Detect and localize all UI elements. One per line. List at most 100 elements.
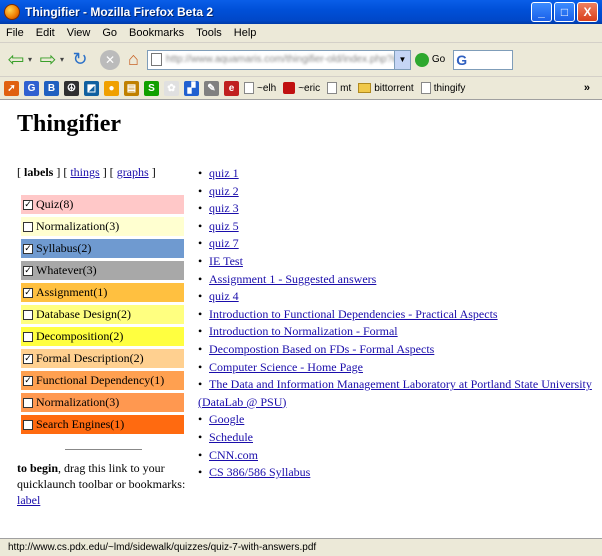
home-icon[interactable]: ⌂: [128, 49, 139, 70]
thing-link[interactable]: quiz 5: [209, 219, 239, 233]
bookmark-item[interactable]: mt: [327, 82, 351, 94]
label-text: Syllabus(2): [36, 241, 92, 255]
checkbox-checked-icon[interactable]: ✓: [23, 353, 33, 364]
checkbox-checked-icon[interactable]: ✓: [23, 375, 33, 386]
checkbox-unchecked-icon[interactable]: [23, 397, 33, 408]
forward-arrow-icon[interactable]: ⇨: [34, 46, 62, 74]
firefox-logo-icon: [4, 4, 20, 20]
label-item[interactable]: ✓ Assignment(1): [21, 283, 184, 302]
delicious-icon[interactable]: ▞: [184, 80, 199, 96]
thing-link[interactable]: IE Test: [209, 254, 243, 268]
reload-icon[interactable]: ↻: [66, 46, 94, 74]
thing-link[interactable]: Assignment 1 - Suggested answers: [209, 272, 376, 286]
bullet-icon: •: [198, 429, 203, 444]
label-item[interactable]: ✓ Syllabus(2): [21, 239, 184, 258]
checkbox-checked-icon[interactable]: ✓: [23, 199, 33, 210]
list-item: • The Data and Information Management Lab…: [198, 376, 598, 411]
search-input[interactable]: G: [453, 49, 514, 70]
menu-bookmarks[interactable]: Bookmarks: [123, 27, 190, 39]
bullet-icon: •: [198, 341, 203, 356]
thing-link[interactable]: Google: [209, 412, 244, 426]
checkbox-unchecked-icon[interactable]: [23, 331, 33, 342]
thing-link[interactable]: quiz 2: [209, 184, 239, 198]
tab-graphs[interactable]: graphs: [117, 165, 149, 179]
menu-file[interactable]: File: [0, 27, 30, 39]
bookmark-item[interactable]: ~elh: [244, 82, 276, 94]
minimize-button[interactable]: _: [531, 2, 552, 22]
menu-edit[interactable]: Edit: [30, 27, 61, 39]
thing-link[interactable]: CS 386/586 Syllabus: [209, 465, 310, 479]
flower-icon[interactable]: ✿: [164, 80, 179, 96]
checkbox-checked-icon[interactable]: ✓: [23, 265, 33, 276]
bookmarklet-instructions: to begin, drag this link to your quickla…: [17, 460, 192, 508]
label-item[interactable]: Normalization(3): [21, 393, 184, 412]
checkbox-checked-icon[interactable]: ✓: [23, 243, 33, 254]
tab-things[interactable]: things: [70, 165, 99, 179]
url-bar[interactable]: http://www.aquamaris.com/thingifier-old/…: [146, 49, 395, 70]
thing-link[interactable]: The Data and Information Management Labo…: [198, 377, 592, 409]
label-item[interactable]: Search Engines(1): [21, 415, 184, 434]
bookmark-item[interactable]: ~eric: [283, 82, 320, 94]
thing-link[interactable]: Introduction to Functional Dependencies …: [209, 307, 498, 321]
bookmarks-overflow-chevron[interactable]: »: [584, 82, 590, 94]
stop-icon[interactable]: ✕: [100, 49, 121, 70]
menu-view[interactable]: View: [61, 27, 97, 39]
thing-link[interactable]: quiz 4: [209, 289, 239, 303]
bookmark-icon[interactable]: ◩: [84, 80, 99, 96]
list-item: • quiz 2: [198, 183, 598, 201]
menu-tools[interactable]: Tools: [190, 27, 228, 39]
back-dropdown-icon[interactable]: ▾: [28, 55, 32, 64]
checkbox-unchecked-icon[interactable]: [23, 309, 33, 320]
thing-link[interactable]: Decompostion Based on FDs - Formal Aspec…: [209, 342, 434, 356]
list-item: • CNN.com: [198, 447, 598, 465]
thing-link[interactable]: quiz 7: [209, 236, 239, 250]
go-label: Go: [431, 54, 446, 65]
chat-icon[interactable]: ●: [104, 80, 119, 96]
skype-icon[interactable]: S: [144, 80, 159, 96]
maximize-button[interactable]: □: [554, 2, 575, 22]
label-item[interactable]: Decomposition(2): [21, 327, 184, 346]
thing-link[interactable]: Introduction to Normalization - Formal: [209, 324, 398, 338]
thing-link[interactable]: Computer Science - Home Page: [209, 360, 363, 374]
bookmark-label: ~elh: [257, 82, 277, 94]
thing-link[interactable]: quiz 1: [209, 166, 239, 180]
thing-link[interactable]: quiz 3: [209, 201, 239, 215]
checkbox-checked-icon[interactable]: ✓: [23, 287, 33, 298]
menu-help[interactable]: Help: [228, 27, 263, 39]
tools-icon[interactable]: ✎: [204, 80, 219, 96]
label-text: Normalization(3): [36, 219, 120, 233]
checkbox-unchecked-icon[interactable]: [23, 419, 33, 430]
ie-icon[interactable]: e: [224, 80, 239, 96]
back-arrow-icon[interactable]: ⇦: [2, 46, 30, 74]
thing-link[interactable]: Schedule: [209, 430, 253, 444]
close-button[interactable]: X: [577, 2, 598, 22]
label-item[interactable]: ✓ Quiz(8): [21, 195, 184, 214]
google-icon[interactable]: G: [24, 80, 39, 96]
label-item[interactable]: ✓ Formal Description(2): [21, 349, 184, 368]
label-text: Database Design(2): [36, 307, 131, 321]
menu-bar: File Edit View Go Bookmarks Tools Help: [0, 24, 602, 43]
label-item[interactable]: ✓ Functional Dependency(1): [21, 371, 184, 390]
bookmark-item[interactable]: thingify: [420, 82, 465, 94]
bookmark-item[interactable]: bittorrent: [358, 83, 414, 94]
bookmark-label: mt: [340, 82, 352, 94]
rss-icon[interactable]: ➚: [4, 80, 19, 96]
bookmarklet-link[interactable]: label: [17, 493, 40, 507]
label-item[interactable]: Database Design(2): [21, 305, 184, 324]
list-item: • Assignment 1 - Suggested answers: [198, 271, 598, 289]
blogger-icon[interactable]: B: [44, 80, 59, 96]
go-button[interactable]: Go: [414, 52, 446, 67]
bullet-icon: •: [198, 183, 203, 198]
url-dropdown-icon[interactable]: ▼: [394, 49, 411, 70]
forward-dropdown-icon[interactable]: ▾: [60, 55, 64, 64]
menu-go[interactable]: Go: [96, 27, 123, 39]
box-icon[interactable]: ▤: [124, 80, 139, 96]
label-item[interactable]: Normalization(3): [21, 217, 184, 236]
page-icon: [150, 53, 162, 66]
peace-icon[interactable]: ☮: [64, 80, 79, 96]
thing-link[interactable]: CNN.com: [209, 448, 258, 462]
view-tabs: [ labels ] [ things ] [ graphs ]: [17, 165, 156, 179]
checkbox-unchecked-icon[interactable]: [23, 221, 33, 232]
label-item[interactable]: ✓ Whatever(3): [21, 261, 184, 280]
bullet-icon: •: [198, 289, 203, 304]
